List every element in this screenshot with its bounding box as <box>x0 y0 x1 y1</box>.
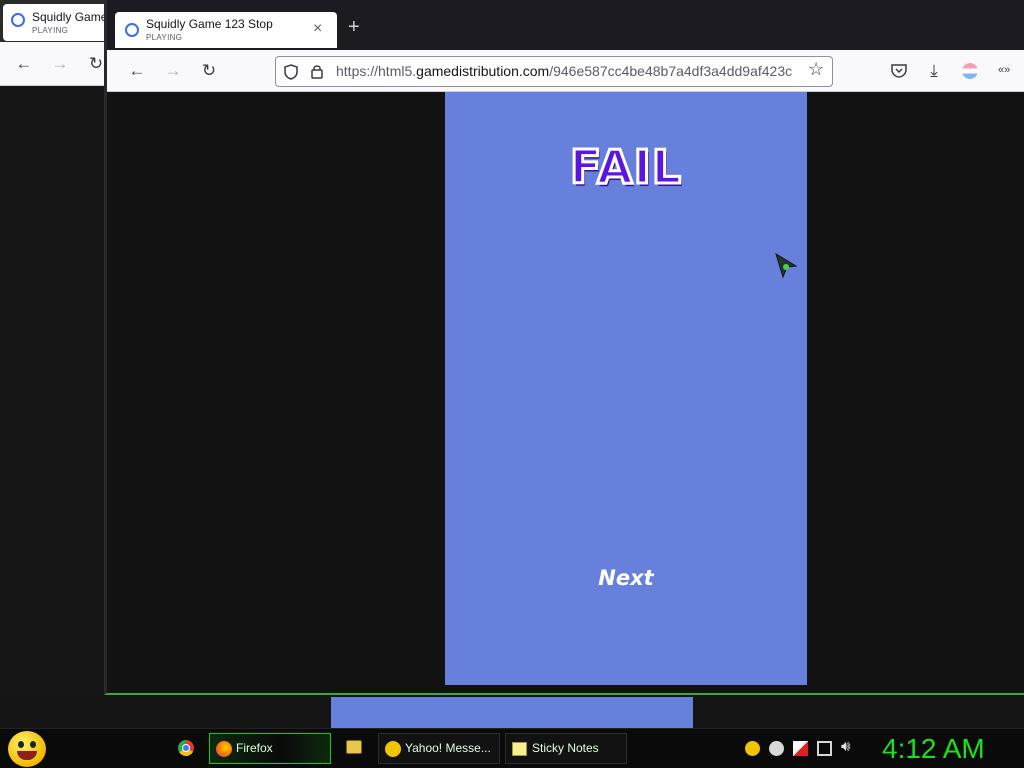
volume-icon[interactable]: 🔊︎ <box>841 738 850 755</box>
taskbar-item-sticky-notes[interactable]: Sticky Notes <box>505 733 627 764</box>
back-arrow-icon[interactable]: ← <box>12 52 36 76</box>
url-prefix: https://html5. <box>336 63 417 79</box>
start-button-smiley-icon[interactable] <box>8 731 46 767</box>
yahoo-messenger-icon <box>385 741 401 757</box>
folder-icon[interactable] <box>346 740 362 754</box>
reload-icon[interactable]: ↻ <box>84 52 104 76</box>
firefox-icon <box>216 741 232 757</box>
tab-status: PLAYING <box>146 33 183 42</box>
sticky-notes-icon <box>512 742 527 756</box>
background-tab[interactable]: Squidly Game 123 Stop PLAYING <box>3 4 104 41</box>
cursor-icon <box>775 252 798 279</box>
taskbar: Firefox Yahoo! Messe... Sticky Notes 🔊︎ … <box>0 728 1024 768</box>
url-path: /946e587cc4be48b7a4df3a4dd9af423c <box>549 63 793 79</box>
back-arrow-icon[interactable]: ← <box>125 59 149 83</box>
tab-title: Squidly Game 123 Stop <box>146 17 273 31</box>
lock-icon[interactable] <box>311 64 323 79</box>
extensions-overflow-icon[interactable]: «» <box>998 64 1010 76</box>
chrome-icon[interactable] <box>178 740 194 756</box>
fail-title: FAIL <box>568 139 683 196</box>
background-tab-title: Squidly Game 123 Stop <box>32 10 104 24</box>
taskbar-item-firefox[interactable]: Firefox <box>209 733 331 764</box>
url-domain: gamedistribution.com <box>416 63 550 79</box>
status-tray-icon[interactable] <box>769 741 784 756</box>
taskbar-item-label: Sticky Notes <box>532 741 599 755</box>
network-icon[interactable] <box>817 741 832 756</box>
url-bar[interactable]: https://html5.gamedistribution.com/946e5… <box>275 56 833 87</box>
game-overflow-strip <box>331 697 693 728</box>
next-button[interactable]: Next <box>445 566 807 590</box>
action-center-flag-icon[interactable] <box>793 741 808 756</box>
gamedistribution-icon <box>125 23 139 37</box>
taskbar-clock[interactable]: 4:12 AM <box>882 731 1024 767</box>
reload-icon[interactable]: ↻ <box>197 59 221 83</box>
gamedistribution-icon <box>11 13 25 27</box>
close-tab-icon[interactable]: × <box>313 20 322 38</box>
forward-arrow-icon[interactable]: → <box>161 59 185 83</box>
tab-bar: Squidly Game 123 Stop PLAYING × + <box>107 0 1024 50</box>
background-browser-window: Squidly Game 123 Stop PLAYING ← → ↻ <box>0 0 104 695</box>
bookmark-star-icon[interactable]: ☆ <box>808 59 824 80</box>
taskbar-item-label: Firefox <box>236 741 273 755</box>
active-tab[interactable]: Squidly Game 123 Stop PLAYING × <box>115 12 337 48</box>
forward-arrow-icon[interactable]: → <box>48 52 72 76</box>
pocket-icon[interactable] <box>891 63 907 78</box>
navigation-toolbar: ← → ↻ https://html5.gamedistribution.com… <box>107 50 1024 92</box>
game-canvas[interactable]: FAIL Next <box>445 92 807 685</box>
taskbar-item-yahoo-messenger[interactable]: Yahoo! Messe... <box>378 733 500 764</box>
background-toolbar: ← → ↻ <box>0 42 104 86</box>
new-tab-button[interactable]: + <box>348 16 360 39</box>
page-content: FAIL Next <box>110 92 1024 685</box>
url-text[interactable]: https://html5.gamedistribution.com/946e5… <box>336 63 796 79</box>
shield-icon[interactable] <box>284 64 298 80</box>
taskbar-item-label: Yahoo! Messe... <box>405 741 491 755</box>
messenger-tray-icon[interactable] <box>745 741 760 756</box>
download-icon[interactable]: ⤓ <box>922 59 946 83</box>
extension-icon[interactable] <box>962 63 978 79</box>
background-tab-status: PLAYING <box>32 26 69 35</box>
browser-window: Squidly Game 123 Stop PLAYING × + ← → ↻ … <box>104 0 1024 695</box>
